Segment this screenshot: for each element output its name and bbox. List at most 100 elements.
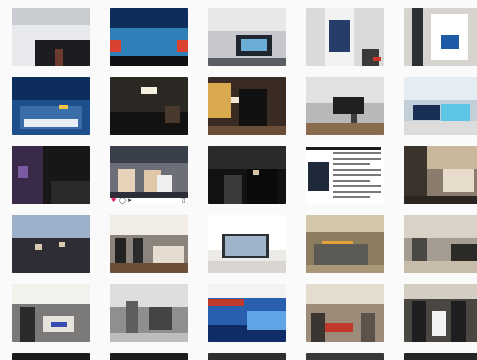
photo-region — [110, 146, 188, 164]
photo-region — [149, 307, 173, 331]
photo-region — [208, 284, 286, 298]
photo-region — [12, 284, 90, 305]
text-line — [332, 157, 381, 160]
photo-tile[interactable] — [306, 77, 384, 135]
social-action-bar: ♥ ◯ ➤ ▯ — [110, 198, 188, 204]
photo-region — [110, 332, 188, 342]
photo-tile[interactable] — [12, 8, 90, 66]
photo-grid: ♥ ◯ ➤ ▯ — [0, 0, 477, 360]
photo-tile[interactable] — [404, 215, 477, 273]
photo-tile[interactable] — [404, 146, 477, 204]
photo-region — [12, 238, 90, 273]
photo-region — [208, 299, 244, 307]
comment-icon[interactable]: ◯ — [119, 198, 126, 204]
photo-region — [208, 8, 286, 32]
bookmark-icon[interactable]: ▯ — [182, 198, 185, 204]
photo-region — [404, 77, 477, 101]
photo-tile[interactable] — [208, 353, 286, 360]
photo-region — [253, 170, 260, 175]
photo-tile[interactable] — [306, 8, 384, 66]
photo-region — [51, 322, 67, 327]
text-line — [332, 179, 370, 182]
photo-region — [404, 215, 477, 239]
headline-bar — [306, 147, 381, 150]
share-icon[interactable]: ➤ — [127, 198, 132, 204]
photo-tile[interactable] — [12, 146, 90, 204]
text-line — [332, 190, 381, 193]
photo-region — [156, 175, 173, 193]
photo-region — [310, 313, 325, 342]
photo-region — [208, 57, 286, 66]
text-line — [332, 168, 381, 171]
photo-tile[interactable] — [208, 77, 286, 135]
photo-tile[interactable] — [110, 284, 188, 342]
photo-region — [306, 123, 384, 135]
photo-region — [443, 169, 475, 193]
photo-region — [110, 55, 188, 66]
photo-tile[interactable] — [306, 284, 384, 342]
photo-region — [373, 56, 381, 62]
photo-region — [247, 310, 286, 331]
photo-tile[interactable] — [110, 353, 188, 360]
photo-region — [332, 96, 364, 115]
photo-tile[interactable] — [110, 77, 188, 135]
photo-region — [441, 34, 459, 49]
photo-region — [177, 39, 188, 52]
photo-region — [306, 215, 384, 233]
photo-tile[interactable] — [12, 284, 90, 342]
text-line — [332, 163, 370, 165]
photo-tile[interactable] — [12, 77, 90, 135]
photo-tile[interactable] — [306, 353, 384, 360]
photo-region — [321, 323, 353, 332]
photo-region — [18, 166, 28, 178]
photo-region — [208, 82, 232, 118]
photo-region — [164, 106, 181, 124]
photo-region — [110, 262, 188, 273]
photo-region — [19, 307, 36, 342]
photo-tile[interactable] — [306, 215, 384, 273]
photo-tile[interactable] — [404, 77, 477, 135]
photo-region — [404, 284, 477, 299]
photo-tile[interactable] — [12, 353, 90, 360]
photo-region — [411, 238, 428, 262]
photo-tile[interactable] — [110, 8, 188, 66]
photo-tile[interactable] — [208, 284, 286, 342]
photo-region — [58, 104, 69, 110]
photo-region — [441, 103, 470, 122]
photo-region — [432, 310, 447, 337]
photo-tile[interactable] — [12, 215, 90, 273]
photo-region — [247, 169, 279, 204]
photo-region — [110, 215, 188, 236]
photo-region — [225, 235, 266, 256]
photo-region — [12, 215, 90, 239]
photo-tile[interactable] — [110, 215, 188, 273]
photo-region — [208, 125, 286, 135]
photo-region — [12, 146, 44, 204]
text-line — [332, 196, 370, 198]
photo-region — [306, 264, 384, 273]
photo-region — [12, 8, 90, 26]
photo-region — [360, 313, 375, 342]
photo-tile[interactable] — [208, 8, 286, 66]
photo-tile[interactable] — [404, 353, 477, 360]
photo-region — [23, 118, 79, 127]
photo-region — [54, 48, 63, 66]
photo-tile[interactable] — [208, 215, 286, 273]
photo-region — [240, 39, 268, 51]
photo-region — [411, 301, 426, 342]
photo-tile[interactable] — [404, 8, 477, 66]
photo-tile[interactable]: ♥ ◯ ➤ ▯ — [110, 146, 188, 204]
photo-region — [411, 8, 423, 66]
photo-region — [110, 39, 121, 52]
text-line — [332, 152, 381, 154]
photo-region — [404, 261, 477, 273]
photo-tile[interactable] — [208, 146, 286, 204]
photo-region — [306, 284, 384, 305]
photo-region — [51, 180, 90, 204]
text-line — [332, 185, 381, 187]
photo-tile[interactable] — [404, 284, 477, 342]
photo-region — [125, 301, 139, 337]
photo-region — [110, 8, 188, 29]
heart-icon[interactable]: ♥ — [111, 198, 116, 204]
photo-tile[interactable] — [306, 146, 384, 204]
